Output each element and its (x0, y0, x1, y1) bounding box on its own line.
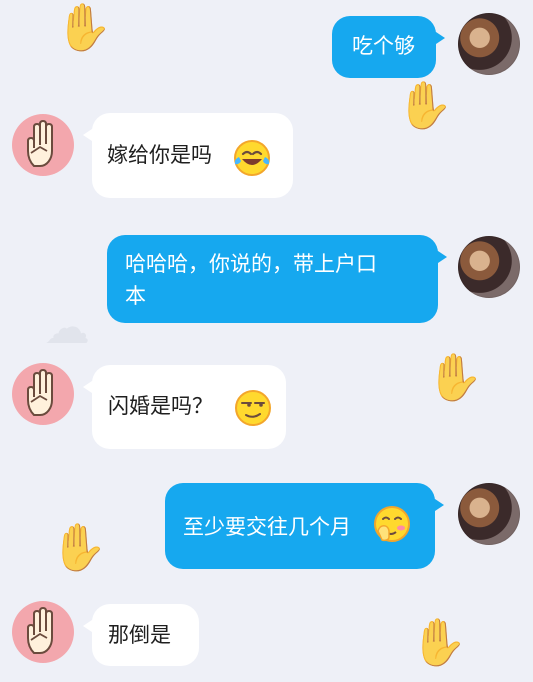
avatar[interactable] (12, 601, 74, 663)
chat-bubble-self[interactable]: 至少要交往几个月 (165, 483, 444, 569)
chat-bubble-other[interactable]: 闪婚是吗？ (83, 365, 286, 449)
message-text: 吃个够 (352, 34, 415, 58)
hand-icon (27, 120, 53, 167)
message-text: 那倒是 (108, 623, 171, 647)
avatar[interactable] (458, 13, 520, 75)
hand-watermark-icon: ✋ (55, 0, 113, 54)
laughing-tears-face-icon (234, 140, 270, 176)
hand-icon (27, 607, 53, 654)
hand-icon (27, 369, 53, 416)
hand-watermark-icon: ✋ (426, 350, 484, 404)
hand-watermark-icon: ✋ (50, 520, 108, 574)
chat-bubble-other[interactable]: 那倒是 (83, 604, 199, 666)
avatar[interactable] (458, 236, 520, 298)
avatar[interactable] (458, 483, 520, 545)
smirking-face-icon (235, 390, 271, 426)
hand-watermark-icon: ✋ (396, 78, 454, 132)
message-text: 哈哈哈，你说的，带上户口 本 (125, 252, 377, 308)
avatar[interactable] (12, 114, 74, 176)
shy-face-icon (374, 506, 410, 542)
chat-bubble-self[interactable]: 吃个够 (332, 16, 445, 78)
hand-watermark-icon: ☁ (44, 300, 90, 354)
chat-bubble-self[interactable]: 哈哈哈，你说的，带上户口 本 (107, 235, 447, 323)
avatar[interactable] (12, 363, 74, 425)
hand-watermark-icon: ✋ (410, 615, 468, 669)
chat-bubble-other[interactable]: 嫁给你是吗 (83, 113, 293, 198)
